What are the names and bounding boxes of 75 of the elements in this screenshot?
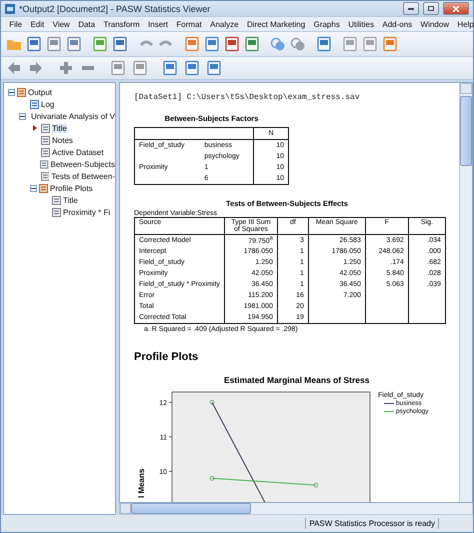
- page-icon: [40, 172, 50, 180]
- collapse-toggle[interactable]: [8, 88, 15, 96]
- menu-item[interactable]: Format: [172, 20, 206, 28]
- menu-item[interactable]: Add-ons: [378, 20, 416, 28]
- page-icon: [110, 60, 126, 76]
- tree-item[interactable]: Profile Plots: [50, 184, 93, 192]
- menu-item[interactable]: Help: [453, 20, 474, 28]
- plus-icon: [58, 60, 74, 76]
- chart-title: Estimated Marginal Means of Stress: [224, 375, 370, 386]
- axis-label: l Means: [137, 468, 146, 498]
- app-icon: [5, 4, 15, 14]
- collapse-toggle[interactable]: [19, 112, 26, 120]
- tree-item[interactable]: Notes: [52, 136, 73, 144]
- circles-icon: [270, 36, 286, 52]
- toolbar-button[interactable]: [131, 59, 149, 77]
- tree-item[interactable]: Tests of Between-: [51, 172, 115, 180]
- document-icon: [362, 36, 378, 52]
- close-icon: [453, 6, 459, 12]
- log-icon: [30, 100, 39, 108]
- menu-item[interactable]: Utilities: [344, 20, 378, 28]
- maximize-icon: [428, 6, 434, 11]
- tree-item[interactable]: Title: [63, 196, 78, 204]
- tick-mark: [168, 402, 172, 404]
- toolbar-button[interactable]: [289, 35, 307, 53]
- page-icon: [41, 136, 50, 144]
- horizontal-scrollbar[interactable]: [119, 503, 473, 515]
- tick-mark: [168, 436, 172, 438]
- close-button[interactable]: [443, 2, 469, 15]
- page-icon: [52, 196, 61, 204]
- page-icon: [41, 148, 50, 156]
- document-icon: [342, 36, 358, 52]
- section-heading: Profile Plots: [134, 351, 200, 364]
- data-point: [314, 483, 318, 488]
- vertical-scrollbar[interactable]: [459, 83, 472, 502]
- menu-item[interactable]: Window: [416, 20, 454, 28]
- page-icon: [132, 60, 148, 76]
- current-item-marker: [33, 125, 37, 131]
- menu-item[interactable]: Edit: [26, 20, 48, 28]
- dataset-path: [DataSet1] C:\Users\tSs\Desktop\exam_stress.sav: [134, 93, 361, 102]
- status-message: PASW Statistics Processor is ready: [305, 518, 439, 529]
- menu-item[interactable]: Graphs: [309, 20, 344, 28]
- page-icon: [40, 160, 48, 168]
- tree-item[interactable]: Between-Subjects: [50, 160, 115, 168]
- menu-item[interactable]: Data: [74, 20, 100, 28]
- data-point: [210, 476, 214, 481]
- page-icon: [52, 208, 61, 216]
- menu-item[interactable]: Insert: [144, 20, 172, 28]
- menu-item[interactable]: File: [5, 20, 26, 28]
- toolbar-button[interactable]: [361, 35, 379, 53]
- tree-item[interactable]: Log: [41, 100, 54, 108]
- tree-item[interactable]: Output: [28, 88, 52, 96]
- toolbar-button[interactable]: [27, 59, 45, 77]
- maximize-button[interactable]: [423, 2, 439, 15]
- minimize-button[interactable]: [403, 2, 419, 15]
- menu-item[interactable]: View: [48, 20, 74, 28]
- toolbar-button[interactable]: [57, 59, 75, 77]
- menu-item[interactable]: Direct Marketing: [242, 20, 310, 28]
- menu-item[interactable]: Transform: [99, 20, 144, 28]
- left-arrow-icon: [6, 60, 22, 76]
- toolbar-button[interactable]: [341, 35, 359, 53]
- circles-icon: [290, 36, 306, 52]
- tree-item[interactable]: Proximity * Fi: [63, 208, 110, 216]
- right-arrow-icon: [28, 60, 44, 76]
- tree-item[interactable]: Univariate Analysis of V: [30, 112, 115, 120]
- data-point: [210, 400, 214, 406]
- tick-mark: [168, 471, 172, 472]
- page-icon: [41, 124, 50, 132]
- tree-item[interactable]: Title: [52, 124, 67, 132]
- toolbar-button[interactable]: [109, 59, 127, 77]
- menu-item[interactable]: Analyze: [206, 20, 243, 28]
- toolbar-button[interactable]: [269, 35, 287, 53]
- tree-item[interactable]: Active Dataset: [52, 148, 104, 156]
- collapse-toggle[interactable]: [30, 184, 37, 192]
- minimize-icon: [408, 8, 414, 10]
- window-title: *Output2 [Document2] - PASW Statistics Viewer: [19, 4, 212, 14]
